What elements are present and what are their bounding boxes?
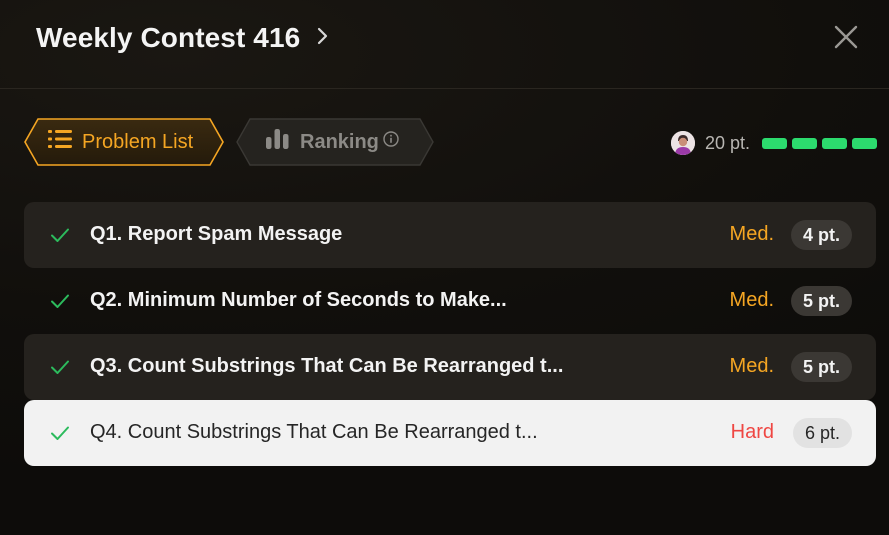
avatar[interactable]: [670, 131, 695, 155]
progress-segment: [792, 137, 817, 149]
bar-chart-icon: [266, 128, 290, 156]
problem-row-q4[interactable]: Q4. Count Substrings That Can Be Rearran…: [24, 400, 876, 466]
difficulty-label: Med.: [729, 355, 774, 377]
problem-title: Q2. Minimum Number of Seconds to Make...: [90, 289, 507, 311]
check-icon: [51, 294, 69, 308]
progress-segment: [822, 137, 847, 149]
points-badge: 4 pt.: [790, 220, 852, 250]
problem-row-q3[interactable]: Q3. Count Substrings That Can Be Rearran…: [24, 334, 876, 400]
problem-title: Q4. Count Substrings That Can Be Rearran…: [90, 421, 538, 443]
list-icon: [48, 129, 72, 155]
difficulty-label: Med.: [729, 223, 774, 245]
view-tabs: Problem List Ranking: [24, 118, 434, 166]
contest-panel: Weekly Contest 416 Problem List Ranking …: [0, 0, 889, 535]
score-label: 20 pt.: [704, 132, 750, 153]
score-progress: [762, 137, 877, 149]
progress-segment: [852, 137, 877, 149]
close-icon: [834, 25, 858, 49]
progress-segment: [762, 137, 787, 149]
points-badge: 5 pt.: [790, 352, 852, 382]
problem-row-q2[interactable]: Q2. Minimum Number of Seconds to Make...…: [24, 268, 876, 334]
contest-title: Weekly Contest 416: [36, 22, 301, 53]
panel-header: Weekly Contest 416: [0, 0, 889, 89]
difficulty-label: Med.: [729, 289, 774, 311]
check-icon: [51, 426, 69, 440]
points-badge: 5 pt.: [790, 286, 852, 316]
chevron-right-icon: [312, 25, 334, 47]
user-score: 20 pt.: [670, 130, 877, 156]
close-button[interactable]: [831, 22, 861, 52]
contest-title-link[interactable]: Weekly Contest 416: [36, 18, 334, 58]
points-badge: 6 pt.: [792, 418, 852, 448]
difficulty-label: Hard: [730, 421, 774, 443]
check-icon: [51, 360, 69, 374]
problem-row-q1[interactable]: Q1. Report Spam Message Med. 4 pt.: [24, 202, 876, 268]
problem-title: Q3. Count Substrings That Can Be Rearran…: [90, 355, 564, 377]
tab-problem-list-label: Problem List: [82, 130, 194, 153]
tab-problem-list[interactable]: Problem List: [24, 118, 224, 166]
tab-ranking-label: Ranking: [300, 130, 379, 153]
problem-list: Q1. Report Spam Message Med. 4 pt. Q2. M…: [24, 202, 876, 466]
problem-title: Q1. Report Spam Message: [90, 223, 343, 245]
check-icon: [51, 228, 69, 242]
info-icon[interactable]: [383, 131, 399, 147]
tab-ranking[interactable]: Ranking: [236, 118, 434, 166]
